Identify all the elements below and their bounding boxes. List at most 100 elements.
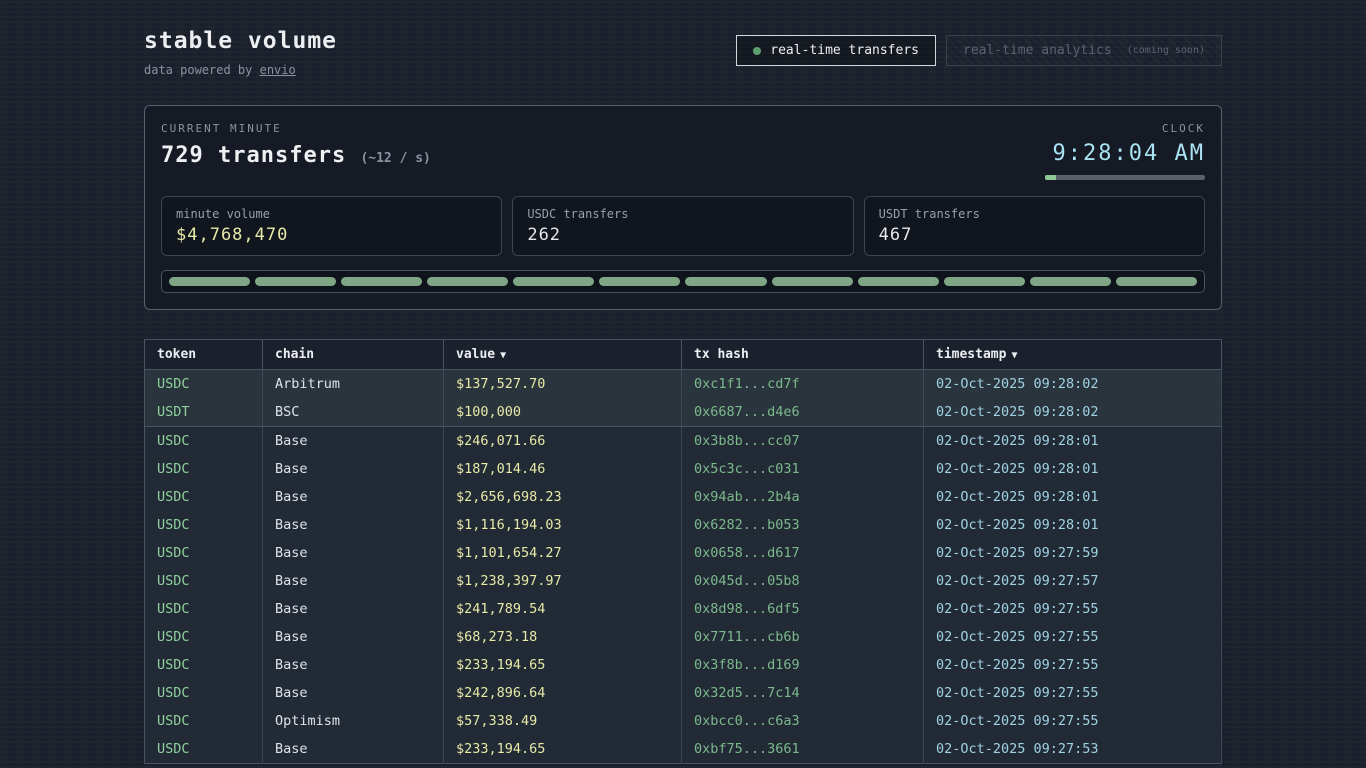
table-row: USDCBase$68,273.180x7711...cb6b02-Oct-20… [145, 623, 1222, 651]
activity-segment [1030, 277, 1111, 286]
timestamp-cell: 02-Oct-2025 09:28:02 [924, 398, 1222, 427]
chain-cell: Base [263, 539, 444, 567]
transfer-count-block: CURRENT MINUTE 729 transfers (~12 / s) [161, 122, 431, 168]
value-cell: $233,194.65 [444, 651, 682, 679]
title-block: stable volume data powered by envio [144, 28, 337, 77]
tab-real-time-transfers[interactable]: real-time transfers [736, 35, 936, 66]
column-header-tx_hash: tx hash [682, 340, 924, 370]
minute-progress-bar [1045, 175, 1205, 180]
table-row: USDCBase$242,896.640x32d5...7c1402-Oct-2… [145, 679, 1222, 707]
timestamp-cell: 02-Oct-2025 09:28:01 [924, 427, 1222, 456]
tx-hash-link[interactable]: 0xbcc0...c6a3 [682, 707, 924, 735]
stat-card-usdt-transfers: USDT transfers 467 [864, 196, 1205, 256]
panel-top: CURRENT MINUTE 729 transfers (~12 / s) C… [161, 122, 1205, 180]
value-cell: $242,896.64 [444, 679, 682, 707]
table-row: USDCBase$1,116,194.030x6282...b05302-Oct… [145, 511, 1222, 539]
tx-hash-link[interactable]: 0x6687...d4e6 [682, 398, 924, 427]
column-header-chain: chain [263, 340, 444, 370]
activity-segment [169, 277, 250, 286]
table-header-row: tokenchainvalue▼ tx hash timestamp ▼ [145, 340, 1222, 370]
chain-cell: Base [263, 679, 444, 707]
tx-hash-link[interactable]: 0x32d5...7c14 [682, 679, 924, 707]
tx-hash-link[interactable]: 0xbf75...3661 [682, 735, 924, 764]
token-cell: USDC [145, 651, 263, 679]
column-label: timestamp [936, 347, 1006, 362]
value-cell: $233,194.65 [444, 735, 682, 764]
chain-cell: Arbitrum [263, 370, 444, 399]
table-row: USDCBase$187,014.460x5c3c...c03102-Oct-2… [145, 455, 1222, 483]
chain-cell: Base [263, 595, 444, 623]
token-cell: USDC [145, 511, 263, 539]
tab-label: real-time analytics [963, 43, 1112, 58]
stat-value: 467 [879, 225, 1190, 245]
coming-soon-badge: (coming soon) [1127, 45, 1205, 56]
clock-label: CLOCK [1045, 122, 1205, 135]
value-cell: $68,273.18 [444, 623, 682, 651]
sort-desc-icon: ▼ [1011, 350, 1017, 361]
activity-segment [772, 277, 853, 286]
timestamp-cell: 02-Oct-2025 09:27:53 [924, 735, 1222, 764]
tx-hash-link[interactable]: 0x6282...b053 [682, 511, 924, 539]
tx-hash-link[interactable]: 0x94ab...2b4a [682, 483, 924, 511]
chain-cell: Base [263, 483, 444, 511]
stat-label: USDT transfers [879, 207, 1190, 221]
table-row: USDCBase$233,194.650x3f8b...d16902-Oct-2… [145, 651, 1222, 679]
chain-cell: Base [263, 511, 444, 539]
tx-hash-link[interactable]: 0x0658...d617 [682, 539, 924, 567]
table-row: USDCBase$1,101,654.270x0658...d61702-Oct… [145, 539, 1222, 567]
subtitle-text: data powered by [144, 63, 260, 77]
chain-cell: Base [263, 623, 444, 651]
envio-link[interactable]: envio [260, 63, 296, 77]
tx-hash-link[interactable]: 0x045d...05b8 [682, 567, 924, 595]
stat-card-usdc-transfers: USDC transfers262 [512, 196, 853, 256]
chain-cell: Base [263, 567, 444, 595]
tab-label: real-time transfers [770, 43, 919, 58]
activity-segment [513, 277, 594, 286]
tx-hash-link[interactable]: 0x3f8b...d169 [682, 651, 924, 679]
timestamp-cell: 02-Oct-2025 09:28:02 [924, 370, 1222, 399]
tx-hash-link[interactable]: 0x5c3c...c031 [682, 455, 924, 483]
token-cell: USDC [145, 679, 263, 707]
tx-hash-link[interactable]: 0x3b8b...cc07 [682, 427, 924, 456]
column-header-timestamp[interactable]: timestamp ▼ [924, 340, 1222, 370]
timestamp-cell: 02-Oct-2025 09:27:55 [924, 679, 1222, 707]
tx-hash-link[interactable]: 0xc1f1...cd7f [682, 370, 924, 399]
value-cell: $2,656,698.23 [444, 483, 682, 511]
table-row: USDCBase$233,194.650xbf75...366102-Oct-2… [145, 735, 1222, 764]
value-cell: $1,238,397.97 [444, 567, 682, 595]
token-cell: USDC [145, 595, 263, 623]
minute-progress-fill [1045, 175, 1056, 180]
column-header-value[interactable]: value▼ [444, 340, 682, 370]
timestamp-cell: 02-Oct-2025 09:27:55 [924, 595, 1222, 623]
timestamp-cell: 02-Oct-2025 09:28:01 [924, 483, 1222, 511]
chain-cell: Base [263, 735, 444, 764]
token-cell: USDC [145, 427, 263, 456]
stat-value: 262 [527, 225, 838, 245]
tx-hash-link[interactable]: 0x7711...cb6b [682, 623, 924, 651]
activity-segments-bar [161, 270, 1205, 293]
timestamp-cell: 02-Oct-2025 09:27:55 [924, 651, 1222, 679]
token-cell: USDC [145, 370, 263, 399]
stat-label: minute volume [176, 207, 487, 221]
table-row: USDCOptimism$57,338.490xbcc0...c6a302-Oc… [145, 707, 1222, 735]
column-label: tx hash [694, 347, 749, 362]
activity-segment [858, 277, 939, 286]
column-header-token: token [145, 340, 263, 370]
token-cell: USDC [145, 707, 263, 735]
table-row: USDCBase$2,656,698.230x94ab...2b4a02-Oct… [145, 483, 1222, 511]
stat-cards: minute volume $4,768,470 USDC transfers262… [161, 196, 1205, 256]
chain-cell: BSC [263, 398, 444, 427]
tx-hash-link[interactable]: 0x8d98...6df5 [682, 595, 924, 623]
value-cell: $246,071.66 [444, 427, 682, 456]
stat-value: $4,768,470 [176, 225, 487, 245]
current-minute-label: CURRENT MINUTE [161, 122, 431, 135]
activity-segment [599, 277, 680, 286]
timestamp-cell: 02-Oct-2025 09:28:01 [924, 511, 1222, 539]
token-cell: USDT [145, 398, 263, 427]
activity-segment [255, 277, 336, 286]
table-row: USDCBase$246,071.660x3b8b...cc0702-Oct-2… [145, 427, 1222, 456]
chain-cell: Base [263, 455, 444, 483]
topbar: stable volume data powered by envio real… [144, 28, 1222, 77]
token-cell: USDC [145, 539, 263, 567]
live-dot-icon [753, 47, 761, 55]
